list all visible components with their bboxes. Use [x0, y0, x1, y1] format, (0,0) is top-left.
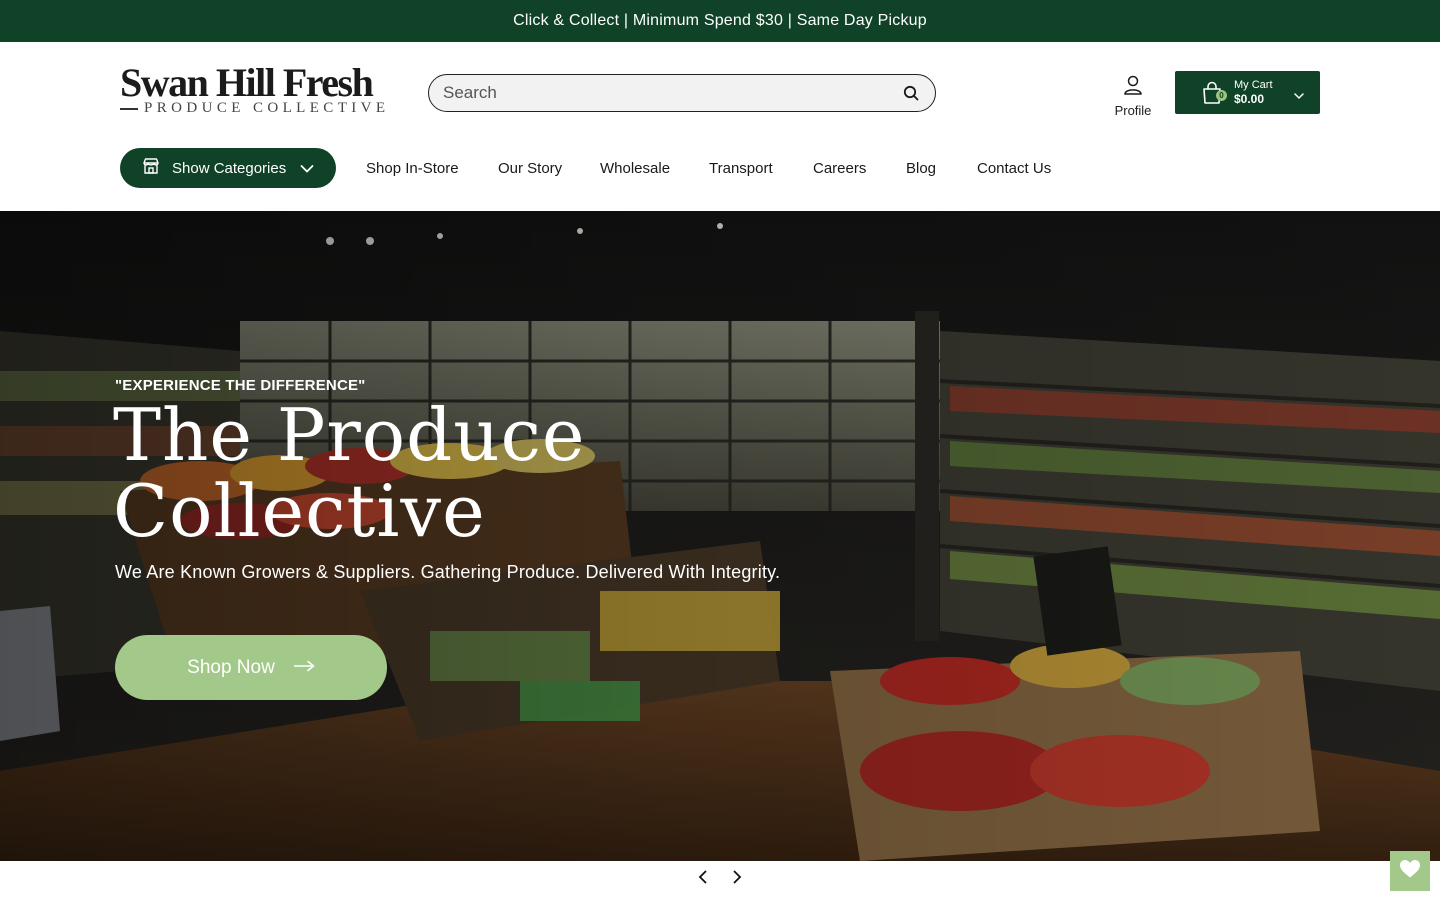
cart-button[interactable]: 0 My Cart $0.00	[1175, 71, 1320, 114]
show-categories-label: Show Categories	[172, 159, 287, 177]
nav-item-blog[interactable]: Blog	[906, 160, 936, 177]
search-icon[interactable]	[901, 83, 921, 103]
search-input[interactable]	[443, 83, 901, 103]
store-icon	[142, 157, 160, 180]
cart-label: My Cart	[1234, 79, 1273, 91]
chevron-down-icon	[300, 161, 314, 179]
nav-item-our-story[interactable]: Our Story	[498, 160, 562, 177]
profile-link[interactable]: Profile	[1108, 74, 1158, 118]
hero-tagline: We Are Known Growers & Suppliers. Gather…	[115, 562, 781, 582]
cart-count-badge: 0	[1216, 90, 1227, 101]
hero-kicker: "EXPERIENCE THE DIFFERENCE"	[115, 377, 366, 394]
chevron-down-icon	[1294, 87, 1304, 105]
hero-title: The Produce Collective	[113, 393, 586, 553]
site-logo[interactable]: Swan Hill Fresh PRODUCE COLLECTIVE	[120, 60, 400, 120]
show-categories-button[interactable]: Show Categories	[120, 148, 336, 188]
nav-item-contact-us[interactable]: Contact Us	[977, 160, 1051, 177]
heart-icon	[1399, 859, 1421, 884]
search-bar	[428, 74, 936, 112]
shop-now-button[interactable]: Shop Now	[115, 635, 387, 700]
cart-total: $0.00	[1234, 92, 1265, 106]
nav-item-careers[interactable]: Careers	[813, 160, 866, 177]
announcement-bar: Click & Collect | Minimum Spend $30 | Sa…	[0, 0, 1440, 42]
logo-tagline: PRODUCE COLLECTIVE	[144, 100, 390, 116]
nav-item-shop-in-store[interactable]: Shop In-Store	[366, 160, 459, 177]
nav-item-transport[interactable]: Transport	[709, 160, 773, 177]
user-icon	[1122, 74, 1144, 101]
arrow-right-icon	[293, 659, 315, 677]
chevron-right-icon[interactable]	[726, 866, 748, 888]
chevron-left-icon[interactable]	[692, 866, 714, 888]
profile-label: Profile	[1114, 103, 1152, 118]
announcement-text: Click & Collect | Minimum Spend $30 | Sa…	[513, 12, 927, 29]
wishlist-button[interactable]	[1390, 851, 1430, 891]
nav-item-wholesale[interactable]: Wholesale	[600, 160, 670, 177]
logo-wordmark: Swan Hill Fresh	[120, 60, 374, 105]
site-header: Swan Hill Fresh PRODUCE COLLECTIVE Profi…	[0, 42, 1440, 211]
hero-banner: "EXPERIENCE THE DIFFERENCE" The Produce …	[0, 211, 1440, 861]
shop-now-label: Shop Now	[187, 656, 275, 678]
logo-rule	[120, 107, 138, 110]
